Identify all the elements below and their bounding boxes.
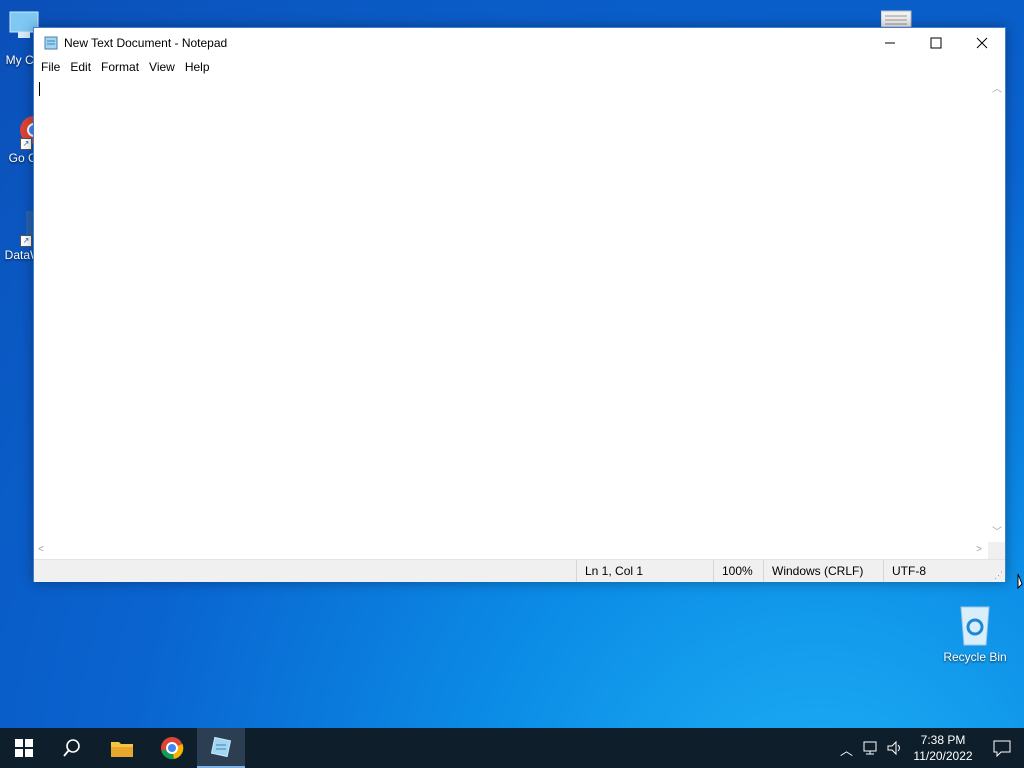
- status-encoding: UTF-8: [883, 560, 992, 582]
- desktop-icon-label: Recycle Bin: [943, 650, 1007, 664]
- status-zoom: 100%: [713, 560, 764, 582]
- show-hidden-icons-icon[interactable]: ︿: [840, 740, 853, 759]
- folder-icon: [111, 742, 133, 757]
- menu-file[interactable]: File: [36, 60, 65, 74]
- menu-format[interactable]: Format: [96, 60, 144, 74]
- close-button[interactable]: [959, 28, 1005, 57]
- desktop-icon-recycle-bin[interactable]: Recycle Bin: [940, 603, 1010, 665]
- status-position: Ln 1, Col 1: [576, 560, 711, 582]
- search-icon: [63, 739, 80, 757]
- menu-help[interactable]: Help: [180, 60, 215, 74]
- text-editor[interactable]: [34, 78, 988, 542]
- scrollbar-corner: [988, 542, 1005, 559]
- taskbar-chrome[interactable]: [148, 728, 196, 768]
- mouse-cursor-icon: [1017, 573, 1024, 594]
- shortcut-arrow-icon: ↗: [20, 235, 32, 247]
- clock[interactable]: 7:38 PM 11/20/2022: [908, 732, 978, 764]
- scroll-left-icon[interactable]: <: [38, 544, 44, 555]
- notepad-window: New Text Document - Notepad File Edit Fo…: [33, 27, 1006, 582]
- minimize-button[interactable]: [867, 28, 913, 57]
- menu-edit[interactable]: Edit: [65, 60, 96, 74]
- recycle-bin-icon: [955, 603, 995, 647]
- title-bar[interactable]: New Text Document - Notepad: [34, 28, 1005, 57]
- status-bar: Ln 1, Col 1 100% Windows (CRLF) UTF-8 ⋰: [34, 559, 1005, 582]
- notepad-icon: [210, 736, 232, 758]
- search-button[interactable]: [48, 728, 96, 768]
- taskbar: ︿ 7:38 PM 11/20/2022: [0, 728, 1024, 768]
- taskbar-file-explorer[interactable]: [98, 728, 146, 768]
- clock-date: 11/20/2022: [913, 749, 973, 763]
- clock-time: 7:38 PM: [920, 733, 966, 747]
- scroll-up-icon[interactable]: ︿: [992, 80, 1002, 95]
- scroll-right-icon[interactable]: >: [976, 544, 982, 555]
- maximize-icon: [930, 37, 942, 48]
- notification-icon: [993, 740, 1011, 757]
- chrome-icon: [161, 737, 184, 760]
- resize-grip-icon[interactable]: ⋰: [994, 570, 1003, 581]
- minimize-icon: [885, 42, 895, 43]
- window-title: New Text Document - Notepad: [64, 35, 228, 50]
- text-caret: [39, 82, 40, 96]
- close-icon: [976, 37, 988, 48]
- maximize-button[interactable]: [913, 28, 959, 57]
- menu-bar: File Edit Format View Help: [34, 57, 1005, 77]
- network-icon[interactable]: [862, 740, 880, 759]
- scroll-down-icon[interactable]: ﹀: [992, 523, 1002, 538]
- start-button[interactable]: [0, 728, 48, 768]
- status-line-ending: Windows (CRLF): [763, 560, 884, 582]
- horizontal-scrollbar[interactable]: < >: [34, 542, 988, 559]
- notepad-icon: [44, 36, 58, 50]
- volume-icon[interactable]: [886, 740, 904, 759]
- windows-logo-icon: [15, 739, 33, 757]
- vertical-scrollbar[interactable]: ︿ ﹀: [988, 78, 1005, 542]
- action-center-button[interactable]: [980, 728, 1024, 768]
- shortcut-arrow-icon: ↗: [20, 138, 32, 150]
- taskbar-notepad[interactable]: [197, 728, 245, 768]
- menu-view[interactable]: View: [144, 60, 180, 74]
